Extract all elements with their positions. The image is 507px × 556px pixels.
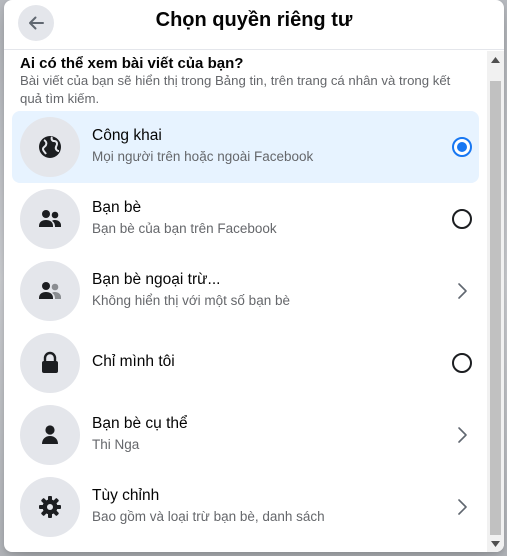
option-subtitle: Mọi người trên hoặc ngoài Facebook bbox=[92, 149, 314, 164]
gear-icon bbox=[39, 496, 61, 518]
option-custom[interactable]: Tùy chỉnh Bao gồm và loại trừ bạn bè, da… bbox=[12, 471, 479, 543]
radio-selected[interactable] bbox=[452, 137, 472, 157]
option-control[interactable] bbox=[451, 496, 473, 518]
option-friends-except[interactable]: Bạn bè ngoại trừ... Không hiển thị với m… bbox=[12, 255, 479, 327]
scrollbar[interactable] bbox=[487, 51, 504, 552]
scroll-up-button[interactable] bbox=[487, 51, 504, 68]
chevron-right-icon bbox=[458, 283, 467, 299]
option-only-me[interactable]: Chỉ mình tôi bbox=[12, 327, 479, 399]
scrollbar-thumb[interactable] bbox=[490, 81, 501, 535]
dialog-header: Chọn quyền riêng tư bbox=[4, 0, 504, 50]
option-control[interactable] bbox=[451, 136, 473, 158]
lock-icon bbox=[42, 351, 58, 373]
scroll-down-button[interactable] bbox=[487, 535, 504, 552]
arrow-left-icon bbox=[29, 16, 44, 30]
globe-icon bbox=[39, 136, 61, 158]
scroll-area: Ai có thể xem bài viết của bạn? Bài viết… bbox=[4, 51, 504, 552]
person-icon bbox=[42, 425, 58, 444]
option-title: Bạn bè bbox=[92, 199, 142, 216]
option-icon-wrap bbox=[20, 189, 80, 249]
option-specific-friends[interactable]: Bạn bè cụ thể Thi Nga bbox=[12, 399, 479, 471]
option-subtitle: Bao gồm và loại trừ bạn bè, danh sách bbox=[92, 509, 325, 524]
triangle-up-icon bbox=[491, 56, 500, 63]
radio-unselected[interactable] bbox=[452, 209, 472, 229]
privacy-question: Ai có thể xem bài viết của bạn? bbox=[20, 55, 244, 72]
option-subtitle: Thi Nga bbox=[92, 437, 140, 452]
option-title: Bạn bè ngoại trừ... bbox=[92, 271, 221, 288]
dialog-content: Ai có thể xem bài viết của bạn? Bài viết… bbox=[4, 51, 487, 552]
option-title: Tùy chỉnh bbox=[92, 487, 160, 504]
radio-unselected[interactable] bbox=[452, 353, 472, 373]
chevron-right-icon bbox=[458, 427, 467, 443]
option-public[interactable]: Công khai Mọi người trên hoặc ngoài Face… bbox=[12, 111, 479, 183]
option-icon-wrap bbox=[20, 405, 80, 465]
dialog-title: Chọn quyền riêng tư bbox=[155, 9, 353, 31]
option-control[interactable] bbox=[451, 280, 473, 302]
option-control[interactable] bbox=[451, 352, 473, 374]
privacy-dialog: Chọn quyền riêng tư Ai có thể xem bài vi… bbox=[4, 0, 504, 552]
option-control[interactable] bbox=[451, 424, 473, 446]
friends-icon bbox=[39, 210, 61, 227]
option-icon-wrap bbox=[20, 261, 80, 321]
option-title: Bạn bè cụ thể bbox=[92, 415, 188, 432]
option-title: Công khai bbox=[92, 127, 162, 144]
option-title: Chỉ mình tôi bbox=[92, 353, 175, 370]
option-control[interactable] bbox=[451, 208, 473, 230]
option-friends[interactable]: Bạn bè Bạn bè của bạn trên Facebook bbox=[12, 183, 479, 255]
friends-except-icon bbox=[39, 282, 61, 299]
option-subtitle: Không hiển thị với một số bạn bè bbox=[92, 293, 290, 308]
privacy-description: Bài viết của bạn sẽ hiển thị trong Bảng … bbox=[20, 73, 451, 106]
option-icon-wrap bbox=[20, 333, 80, 393]
option-icon-wrap bbox=[20, 117, 80, 177]
triangle-down-icon bbox=[491, 540, 500, 547]
back-button[interactable] bbox=[18, 5, 54, 41]
chevron-right-icon bbox=[458, 499, 467, 515]
option-icon-wrap bbox=[20, 477, 80, 537]
option-subtitle: Bạn bè của bạn trên Facebook bbox=[92, 221, 277, 236]
